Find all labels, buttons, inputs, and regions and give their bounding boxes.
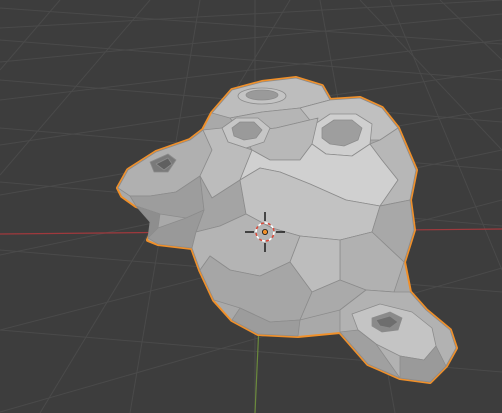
viewport-canvas[interactable] — [0, 0, 502, 413]
suzanne-mesh[interactable] — [116, 76, 458, 384]
3d-viewport[interactable] — [0, 0, 502, 413]
object-origin-icon — [261, 228, 268, 235]
